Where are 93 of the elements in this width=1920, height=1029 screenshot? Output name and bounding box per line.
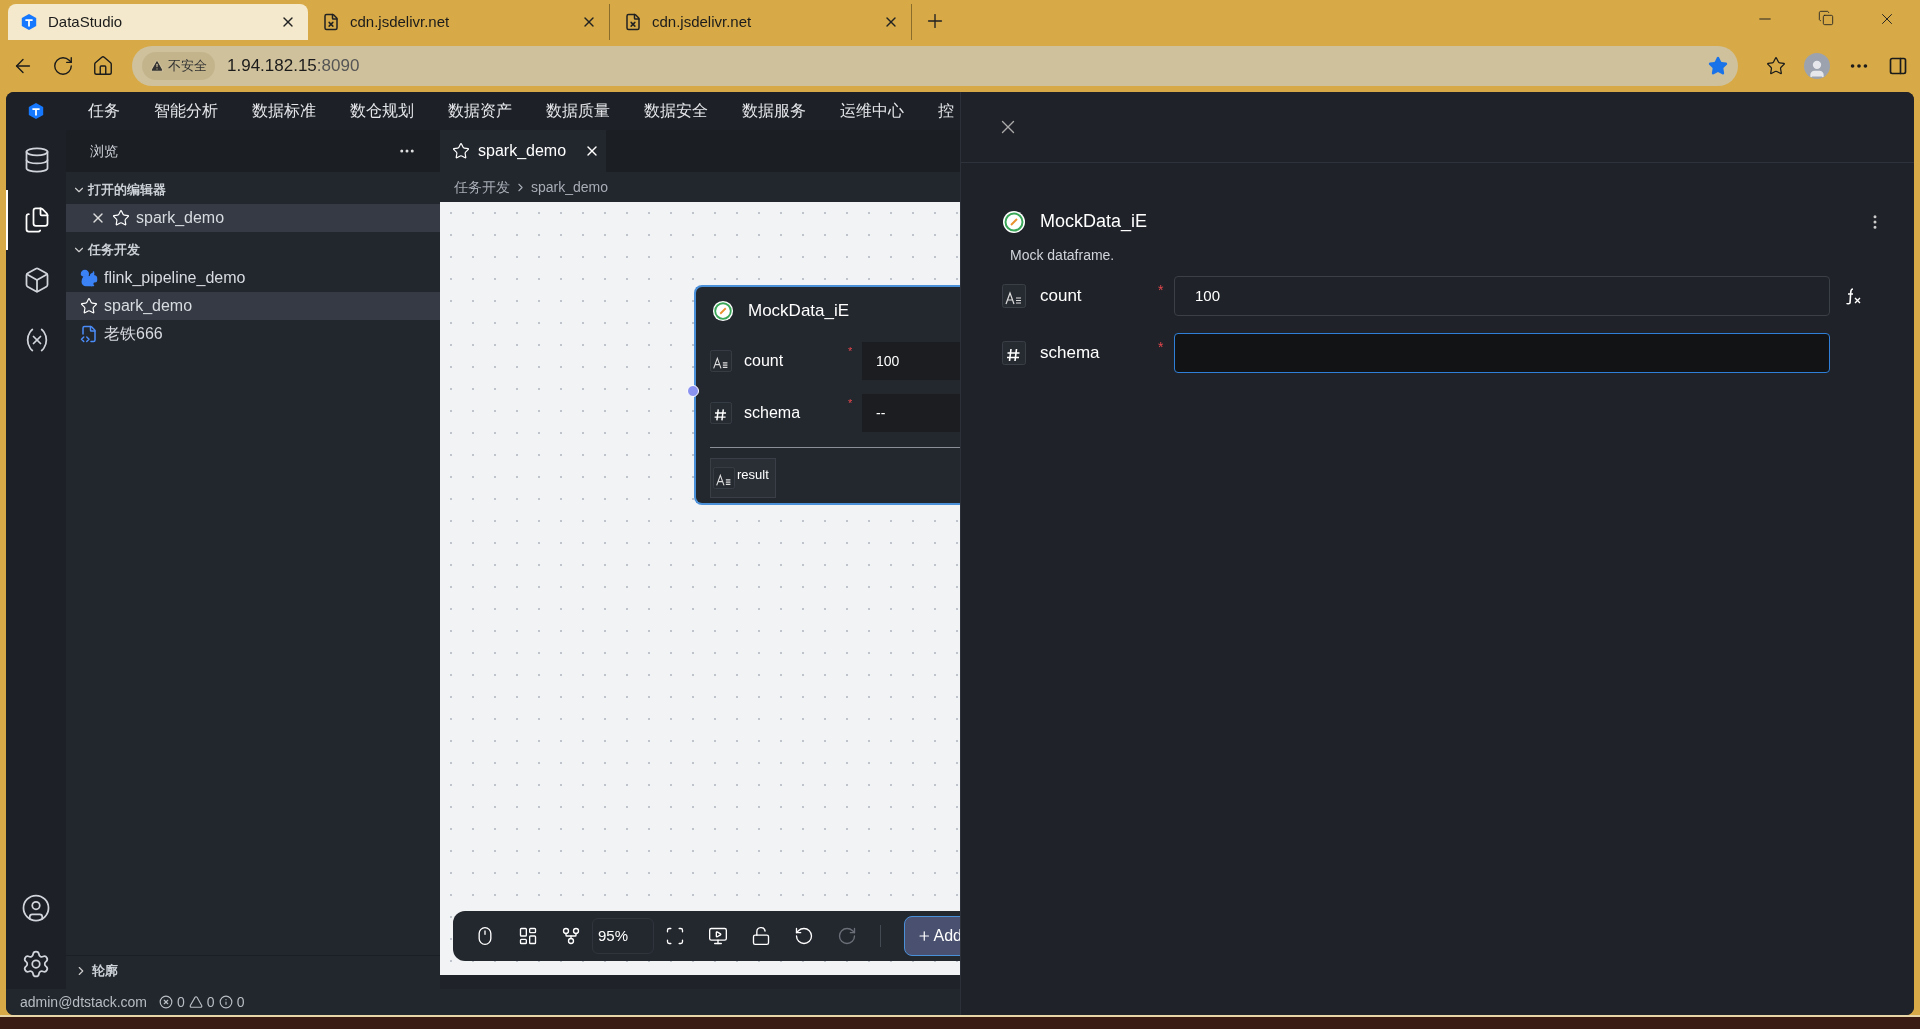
param-input[interactable]: 100 — [862, 342, 960, 380]
menu-item[interactable]: 数据资产 — [448, 99, 512, 123]
param-input[interactable]: -- — [862, 394, 960, 432]
favorites-icon[interactable] — [1766, 56, 1786, 76]
info-icon — [218, 995, 233, 1009]
text-type-icon — [1002, 283, 1026, 308]
menu-item[interactable]: 控 — [938, 99, 954, 123]
param-label: count — [1040, 284, 1083, 307]
outline-header[interactable]: 轮廓 — [66, 955, 440, 985]
param-label: schema — [744, 403, 802, 423]
reload-icon[interactable] — [52, 55, 74, 77]
tab-title: cdn.jsdelivr.net — [652, 11, 753, 32]
warning-icon — [150, 59, 164, 73]
menu-item[interactable]: 数据安全 — [644, 99, 708, 123]
bookmark-star-icon[interactable] — [1708, 56, 1728, 76]
node-title: MockData_iE — [1040, 210, 1149, 234]
account-icon[interactable] — [21, 893, 51, 923]
formula-icon[interactable] — [1844, 285, 1862, 306]
star-icon — [112, 209, 130, 227]
browser-tab[interactable]: cdn.jsdelivr.net — [310, 4, 610, 40]
required-mark: * — [1158, 281, 1165, 300]
app-logo-icon — [20, 13, 38, 31]
tab-title: DataStudio — [48, 11, 124, 32]
menu-item[interactable]: 智能分析 — [154, 99, 218, 123]
url-text: 1.94.182.15:8090 — [227, 55, 361, 78]
warning-count: 0 — [206, 992, 215, 1012]
broken-file-icon — [322, 13, 340, 31]
cube-icon[interactable] — [23, 266, 51, 294]
branch-icon[interactable] — [561, 926, 581, 946]
settings-icon[interactable] — [21, 949, 51, 979]
file-tree-item[interactable]: 老铁666 — [66, 320, 440, 348]
warning-icon — [188, 995, 203, 1009]
menu-item[interactable]: 数据标准 — [252, 99, 316, 123]
address-bar[interactable]: 不安全 1.94.182.15:8090 — [132, 46, 1738, 86]
menu-item[interactable]: 数据质量 — [546, 99, 610, 123]
param-input[interactable] — [1174, 332, 1830, 373]
text-type-icon — [710, 349, 732, 373]
param-label: schema — [1040, 341, 1101, 364]
layout-icon[interactable] — [518, 926, 538, 946]
node-description: Mock dataframe. — [1010, 246, 1116, 265]
text-type-icon — [713, 466, 735, 490]
required-mark: * — [848, 344, 854, 359]
hash-icon — [710, 401, 732, 425]
restore-icon[interactable] — [1818, 10, 1834, 26]
menu-item[interactable]: 数仓规划 — [350, 99, 414, 123]
editor-tab[interactable]: spark_demo — [440, 130, 607, 172]
zoom-field[interactable]: 95% — [592, 918, 654, 954]
files-icon[interactable] — [23, 206, 51, 234]
connection-handle[interactable] — [687, 385, 699, 397]
mock-node-icon — [712, 300, 734, 322]
star-icon — [452, 142, 470, 160]
file-tree-item[interactable]: spark_demo — [66, 204, 440, 232]
browser-tab[interactable]: cdn.jsdelivr.net — [612, 4, 912, 40]
breadcrumb-item[interactable]: 任务开发 — [454, 176, 510, 198]
required-mark: * — [848, 396, 854, 411]
info-count: 0 — [236, 992, 245, 1012]
tab-title: cdn.jsdelivr.net — [350, 11, 451, 32]
file-tree-item[interactable]: flink_pipeline_demo — [66, 264, 440, 292]
menu-item[interactable]: 运维中心 — [840, 99, 904, 123]
mock-node-icon — [1002, 209, 1026, 234]
error-icon — [159, 995, 174, 1009]
hash-icon — [1002, 340, 1026, 365]
fullscreen-icon[interactable] — [665, 926, 685, 946]
breadcrumb-item[interactable]: spark_demo — [531, 176, 609, 198]
star-icon — [80, 297, 98, 315]
browser-tab[interactable]: DataStudio — [8, 4, 308, 40]
app-logo-icon — [27, 102, 45, 120]
preview-icon[interactable] — [708, 926, 728, 946]
sidebar-toggle-icon[interactable] — [1888, 56, 1908, 76]
menu-item[interactable]: 任务 — [88, 99, 120, 123]
database-icon[interactable] — [23, 146, 51, 174]
user-email: admin@dtstack.com — [20, 992, 148, 1012]
menu-item[interactable]: 数据服务 — [742, 99, 806, 123]
undo-icon[interactable] — [794, 926, 814, 946]
param-input[interactable]: 100 — [1174, 275, 1830, 316]
sidebar-title: 浏览 — [90, 141, 119, 161]
mouse-icon[interactable] — [475, 926, 495, 946]
node-title: MockData_iE — [748, 300, 850, 323]
node-card[interactable]: MockData_iE count * 100 schema * -- result — [694, 285, 960, 505]
required-mark: * — [1158, 338, 1165, 357]
param-label: count — [744, 351, 785, 371]
home-icon[interactable] — [92, 55, 114, 77]
output-port[interactable]: result — [710, 458, 776, 498]
file-tree-item[interactable]: spark_demo — [66, 292, 440, 320]
script-file-icon — [80, 325, 98, 343]
section-header[interactable]: 打开的编辑器 — [66, 176, 440, 204]
error-count: 0 — [177, 992, 185, 1012]
security-badge[interactable]: 不安全 — [142, 52, 215, 80]
add-node-button[interactable]: Add — [904, 916, 960, 956]
squirrel-icon — [80, 269, 98, 287]
broken-file-icon — [624, 13, 642, 31]
unlock-icon[interactable] — [751, 926, 771, 946]
section-header[interactable]: 任务开发 — [66, 236, 440, 264]
